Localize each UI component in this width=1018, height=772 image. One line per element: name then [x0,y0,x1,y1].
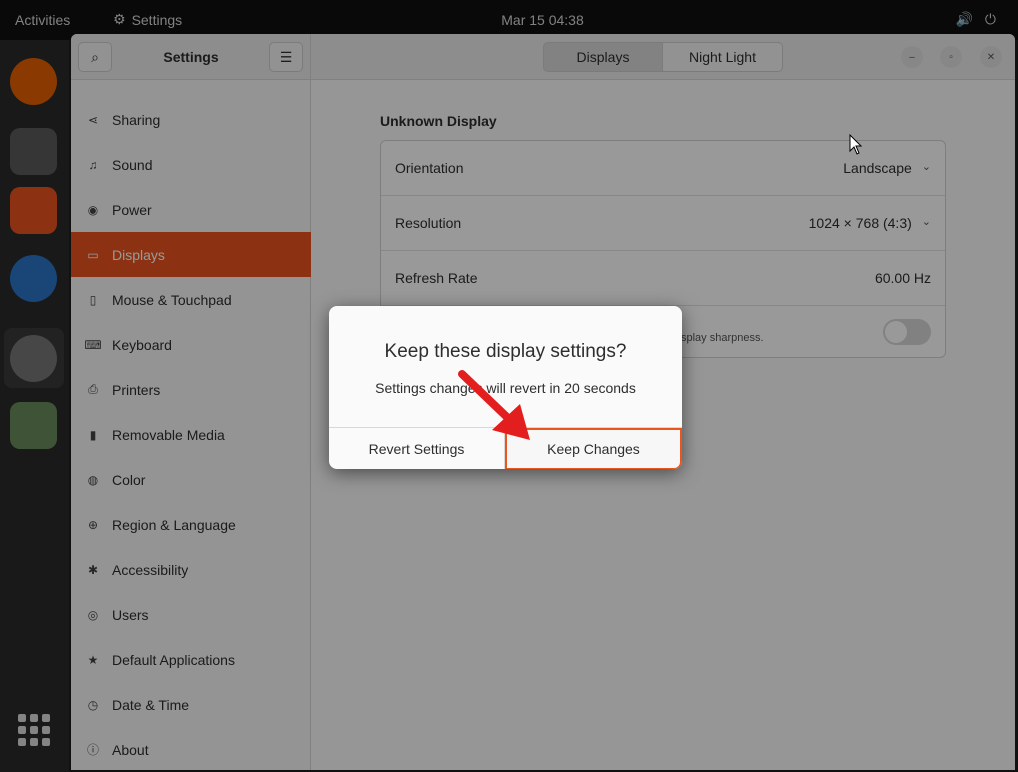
sharpness-description: splay sharpness. [681,332,764,344]
sidebar: ⋖ Sharing ♫ Sound ◉ Power ▭ Displays ▯ M… [71,80,311,770]
maximize-icon: ▫ [949,51,953,63]
menu-button[interactable]: ☰ [269,42,303,72]
help-icon[interactable] [10,255,57,302]
system-tray[interactable]: 🔊 ⏻ [955,11,996,28]
sidebar-item-power[interactable]: ◉ Power [71,187,311,232]
users-icon: ◎ [87,607,99,622]
sidebar-item-label: Region & Language [112,516,236,533]
sidebar-item-label: Date & Time [112,696,190,713]
sidebar-item-label: Displays [112,246,165,263]
sidebar-item-label: Power [112,201,152,218]
tab-displays[interactable]: Displays [543,42,663,72]
close-button[interactable]: ✕ [980,46,1002,68]
refresh-rate-row[interactable]: Refresh Rate 60.00 Hz [381,251,945,306]
resolution-row[interactable]: Resolution 1024 × 768 (4:3) ⌄ [381,196,945,251]
sidebar-item-color[interactable]: ◍ Color [71,457,311,502]
sidebar-item-label: Accessibility [112,561,189,578]
sidebar-item-label: Default Applications [112,651,235,668]
sidebar-item-printers[interactable]: ⎙ Printers [71,367,311,412]
mouse-cursor-icon [849,134,863,155]
files-icon[interactable] [10,128,57,175]
sidebar-item-users[interactable]: ◎ Users [71,592,311,637]
red-arrow-icon [458,370,530,440]
trash-icon[interactable] [10,402,57,449]
close-icon: ✕ [986,51,996,63]
show-apps-icon[interactable] [18,714,50,746]
display-icon: ▭ [87,247,99,262]
resolution-value: 1024 × 768 (4:3) [808,215,912,231]
sidebar-item-keyboard[interactable]: ⌨ Keyboard [71,322,311,367]
resolution-dropdown[interactable]: 1024 × 768 (4:3) ⌄ [809,215,931,231]
settings-icon[interactable] [10,335,57,382]
sidebar-item-label: Users [112,606,149,623]
hamburger-icon: ☰ [279,48,293,65]
sidebar-item-displays[interactable]: ▭ Displays [71,232,311,277]
display-name-heading: Unknown Display [380,113,497,129]
sidebar-item-label: Sharing [112,111,161,128]
sidebar-item-label: Mouse & Touchpad [112,291,232,308]
sidebar-item-label: Sound [112,156,153,173]
maximize-button[interactable]: ▫ [940,46,962,68]
orientation-dropdown[interactable]: Landscape ⌄ [843,160,931,176]
chevron-down-icon: ⌄ [921,161,931,173]
refresh-rate-value: 60.00 Hz [874,270,931,286]
usb-drive-icon: ▮ [89,427,97,442]
minimize-icon: – [909,51,915,63]
sidebar-item-label: Keyboard [112,336,172,353]
clock-icon: ◷ [87,697,99,712]
orientation-label: Orientation [395,160,464,176]
globe-icon: ⊕ [87,517,99,532]
power-icon: ◉ [87,202,99,217]
sidebar-item-about[interactable]: ⓘ About [71,727,311,770]
mouse-icon: ▯ [89,292,97,307]
firefox-icon[interactable] [10,58,57,105]
sidebar-item-region-language[interactable]: ⊕ Region & Language [71,502,311,547]
sidebar-item-label: Removable Media [112,426,225,443]
sidebar-header: ⌕ Settings ☰ [71,34,311,80]
minimize-button[interactable]: – [901,46,923,68]
tab-night-light[interactable]: Night Light [663,42,783,72]
software-icon[interactable] [10,187,57,234]
music-note-icon: ♫ [88,157,98,172]
refresh-rate-label: Refresh Rate [395,270,478,286]
toggle-knob [885,321,907,343]
sidebar-item-date-time[interactable]: ◷ Date & Time [71,682,311,727]
sidebar-item-sharing[interactable]: ⋖ Sharing [71,97,311,142]
dock [0,40,69,772]
power-icon: ⏻ [984,11,996,27]
sidebar-item-removable-media[interactable]: ▮ Removable Media [71,412,311,457]
orientation-value: Landscape [843,160,912,176]
fractional-scaling-toggle[interactable] [883,319,931,345]
sidebar-item-mouse-touchpad[interactable]: ▯ Mouse & Touchpad [71,277,311,322]
sidebar-item-label: Color [112,471,146,488]
sidebar-item-sound[interactable]: ♫ Sound [71,142,311,187]
dialog-title: Keep these display settings? [384,341,627,362]
sidebar-item-default-applications[interactable]: ★ Default Applications [71,637,311,682]
sidebar-item-label: Printers [112,381,161,398]
header-bar: ⌕ Settings ☰ Displays Night Light – ▫ ✕ [71,34,1015,80]
share-icon: ⋖ [87,112,99,127]
resolution-label: Resolution [395,215,462,231]
printer-icon: ⎙ [88,382,98,396]
view-switcher: Displays Night Light [543,42,783,72]
chevron-down-icon: ⌄ [921,216,931,228]
color-icon: ◍ [87,472,99,487]
sidebar-item-accessibility[interactable]: ✱ Accessibility [71,547,311,592]
info-icon: ⓘ [86,743,99,757]
accessibility-icon: ✱ [87,562,99,577]
clock[interactable]: Mar 15 04:38 [0,12,1018,28]
volume-icon: 🔊 [955,11,973,27]
sidebar-item-label: About [112,741,149,758]
star-icon: ★ [87,652,99,667]
keyboard-icon: ⌨ [84,337,102,352]
